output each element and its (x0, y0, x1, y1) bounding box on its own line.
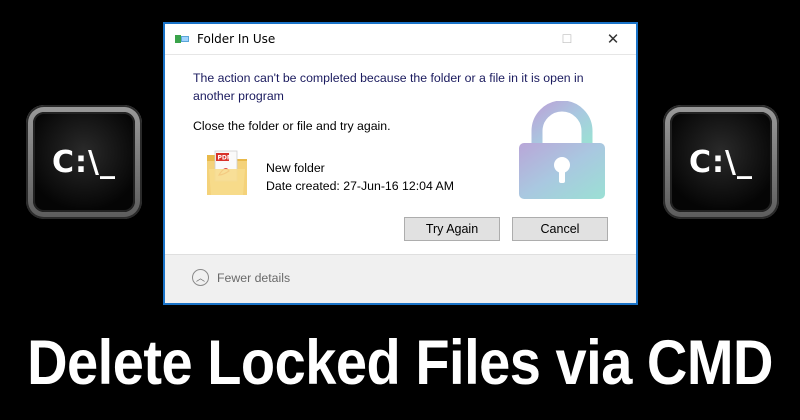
cmd-prompt-text: C:\_ (689, 144, 753, 180)
file-name: New folder (266, 161, 325, 175)
file-date-created: Date created: 27-Jun-16 12:04 AM (266, 179, 454, 193)
instruction-text: Close the folder or file and try again. (193, 119, 391, 133)
maximize-button[interactable]: ☐ (544, 24, 590, 54)
folder-move-icon (175, 34, 189, 44)
page-headline: Delete Locked Files via CMD (27, 327, 773, 398)
dialog-footer: ︿ Fewer details (165, 254, 636, 303)
fewer-details-link[interactable]: Fewer details (217, 271, 290, 285)
cmd-prompt-text: C:\_ (52, 144, 116, 180)
dialog-body: The action can't be completed because th… (165, 55, 636, 260)
chevron-up-icon[interactable]: ︿ (192, 269, 209, 286)
cmd-icon-right: C:\_ (663, 105, 779, 219)
svg-text:PDF: PDF (218, 155, 231, 162)
file-info: New folder Date created: 27-Jun-16 12:04… (266, 159, 454, 195)
dialog-titlebar[interactable]: Folder In Use — ☐ ✕ (165, 24, 636, 55)
folder-in-use-dialog: Folder In Use — ☐ ✕ The action can't be … (163, 22, 638, 305)
dialog-title: Folder In Use (197, 32, 276, 46)
error-message: The action can't be completed because th… (193, 71, 584, 103)
cmd-icon-left: C:\_ (26, 105, 142, 219)
lock-icon (519, 101, 605, 199)
cmd-icon-screen: C:\_ (670, 112, 772, 212)
pdf-folder-icon: PDF (207, 150, 247, 195)
cancel-button[interactable]: Cancel (512, 217, 608, 241)
cmd-icon-screen: C:\_ (33, 112, 135, 212)
close-button[interactable]: ✕ (590, 24, 636, 54)
try-again-button[interactable]: Try Again (404, 217, 500, 241)
